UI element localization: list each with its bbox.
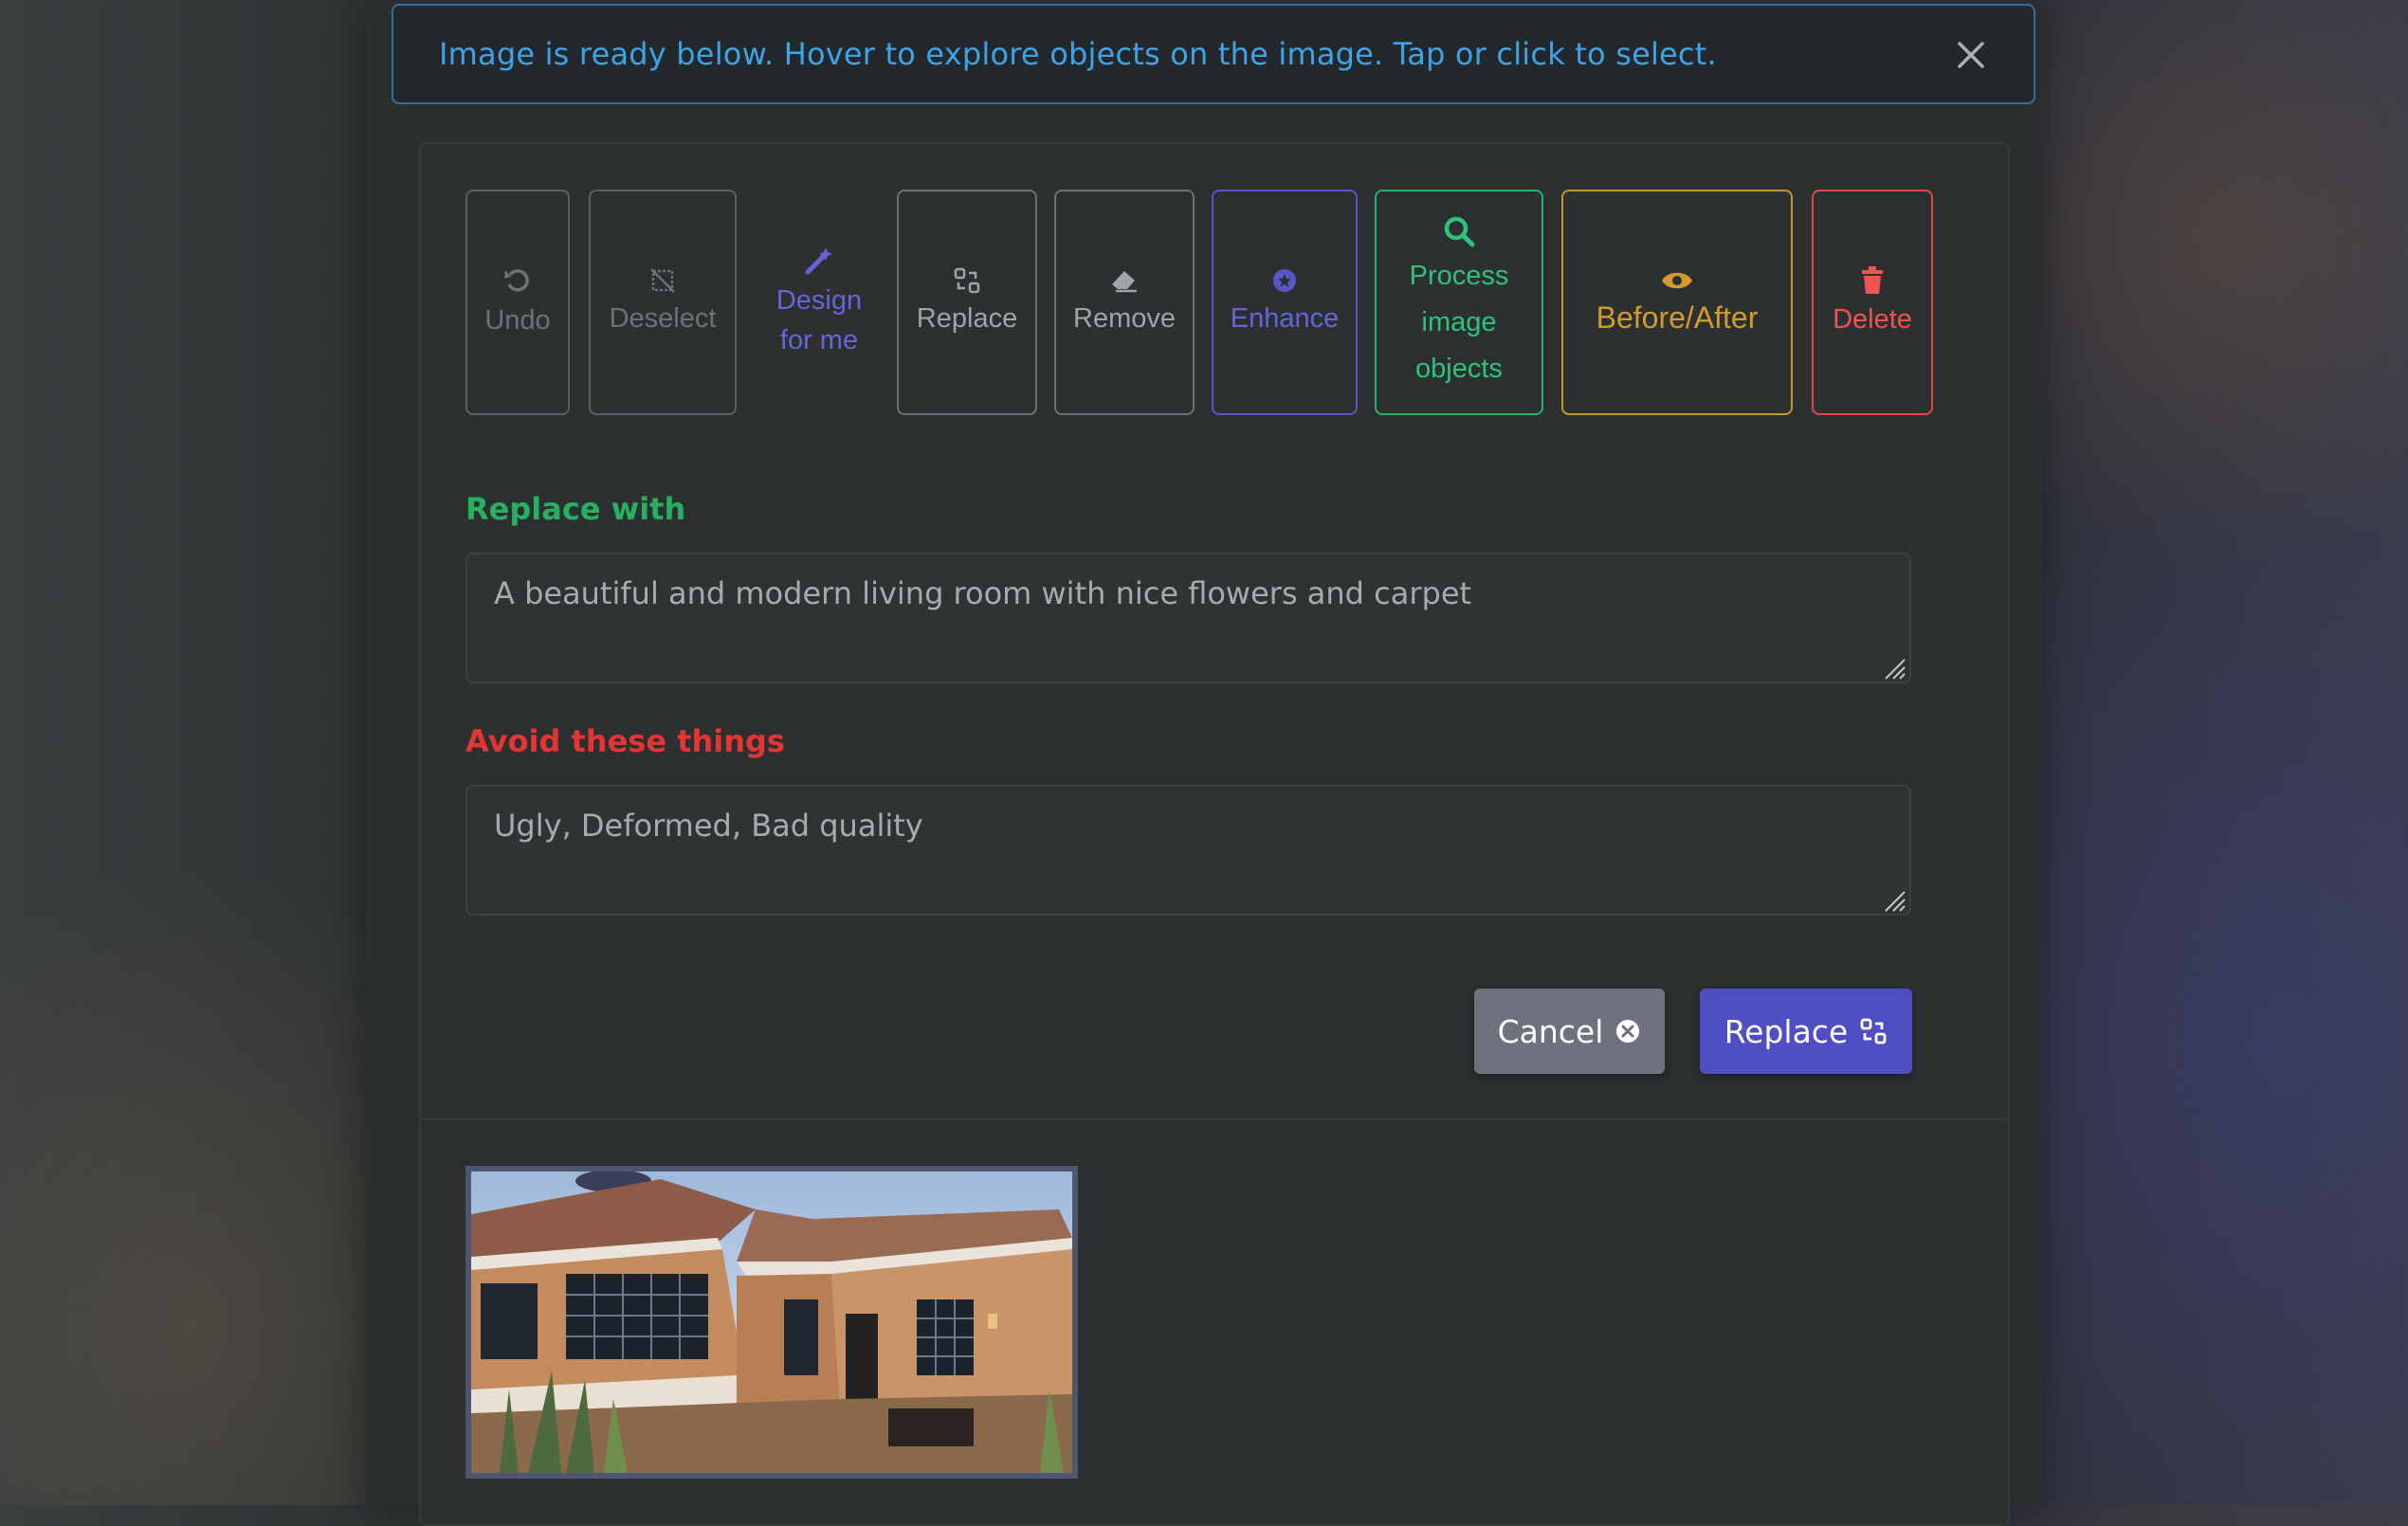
avoid-label: Avoid these things	[465, 723, 785, 759]
star-circle-icon	[1273, 269, 1296, 292]
enhance-label: Enhance	[1230, 303, 1340, 334]
info-alert: Image is ready below. Hover to explore o…	[392, 4, 2035, 104]
deselect-button[interactable]: Deselect	[589, 190, 737, 415]
design-label-1: Design	[775, 285, 863, 316]
replace-with-input[interactable]	[465, 553, 1911, 683]
cancel-label: Cancel	[1497, 1012, 1604, 1050]
before-after-button[interactable]: Before/After	[1561, 190, 1793, 415]
resize-handle-icon[interactable]	[1878, 884, 1906, 913]
replace-submit-label: Replace	[1724, 1012, 1849, 1050]
undo-icon	[504, 269, 529, 292]
magic-wand-icon	[805, 247, 832, 275]
undo-button[interactable]: Undo	[465, 190, 570, 415]
replace-submit-button[interactable]: Replace	[1700, 989, 1912, 1074]
deselect-label: Deselect	[609, 303, 717, 334]
replace-tool-label: Replace	[916, 303, 1018, 334]
swap-icon	[1859, 1017, 1888, 1045]
before-after-label: Before/After	[1596, 300, 1759, 335]
undo-label: Undo	[484, 305, 551, 336]
replace-with-label: Replace with	[465, 491, 686, 527]
close-icon[interactable]	[1950, 34, 1992, 76]
house-image	[471, 1172, 1072, 1473]
process-label-2: image	[1421, 306, 1497, 337]
delete-label: Delete	[1833, 304, 1912, 335]
search-icon	[1444, 216, 1475, 246]
process-objects-button[interactable]: Process image objects	[1375, 190, 1543, 415]
replace-tool-button[interactable]: Replace	[897, 190, 1037, 415]
avoid-input[interactable]	[465, 785, 1911, 916]
process-label-1: Process	[1409, 260, 1509, 291]
section-divider	[421, 1118, 2008, 1120]
design-for-me-button[interactable]: Design for me	[748, 190, 890, 415]
remove-button[interactable]: Remove	[1054, 190, 1195, 415]
delete-button[interactable]: Delete	[1812, 190, 1933, 415]
house-image-thumbnail[interactable]	[465, 1166, 1078, 1479]
cancel-button[interactable]: Cancel	[1474, 989, 1665, 1074]
swap-icon	[954, 267, 980, 294]
design-label-2: for me	[779, 325, 859, 355]
trash-icon	[1862, 266, 1883, 294]
process-label-3: objects	[1415, 353, 1503, 384]
eraser-icon	[1112, 271, 1137, 293]
deselect-icon	[650, 268, 675, 293]
enhance-button[interactable]: Enhance	[1212, 190, 1358, 415]
remove-label: Remove	[1073, 303, 1176, 334]
alert-message: Image is ready below. Hover to explore o…	[439, 36, 1717, 72]
resize-handle-icon[interactable]	[1878, 652, 1906, 681]
eye-icon	[1662, 272, 1692, 289]
close-circle-icon	[1614, 1018, 1641, 1045]
